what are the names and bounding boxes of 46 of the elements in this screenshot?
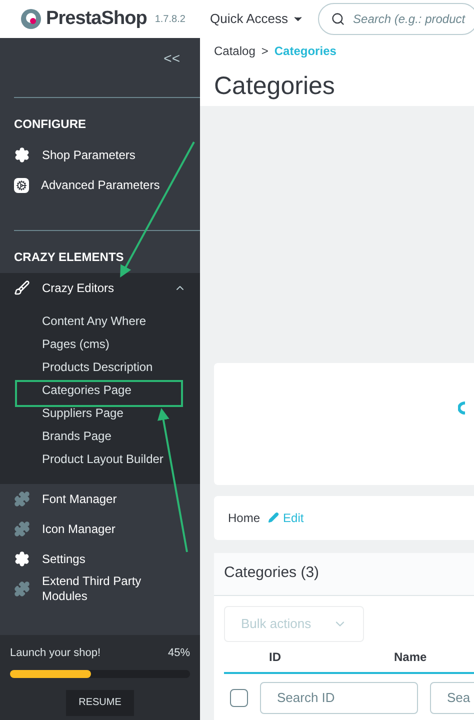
- breadcrumb-current: Categories: [274, 43, 336, 60]
- column-header[interactable]: ID: [224, 648, 394, 666]
- collapse-button[interactable]: <<: [164, 48, 180, 69]
- menu-item[interactable]: Crazy Editors: [0, 273, 200, 303]
- filter-input[interactable]: Sea: [430, 682, 474, 714]
- gear-icon: [14, 147, 30, 163]
- quick-access-button[interactable]: Quick Access: [210, 9, 304, 29]
- menu-item[interactable]: Shop Parameters: [14, 146, 200, 164]
- submenu-item[interactable]: Suppliers Page: [0, 401, 200, 424]
- menu-item[interactable]: Settings: [0, 544, 200, 574]
- resume-button[interactable]: RESUME: [66, 690, 134, 716]
- puzzle-icon: [14, 491, 30, 507]
- submenu-item[interactable]: Brands Page: [0, 424, 200, 447]
- brush-icon: [14, 280, 30, 296]
- menu-item[interactable]: Extend Third Party Modules: [0, 574, 200, 604]
- home-link[interactable]: Home: [228, 508, 260, 526]
- submenu-item[interactable]: Categories Page: [0, 378, 200, 401]
- breadcrumb-separator: >: [261, 43, 268, 60]
- gear-icon: [14, 551, 30, 567]
- column-header[interactable]: Name: [394, 648, 427, 666]
- section-title: CONFIGURE: [14, 116, 87, 133]
- puzzle-icon: [14, 581, 30, 597]
- onboarding-label: Launch your shop!: [10, 646, 101, 661]
- submenu-item[interactable]: Products Description: [0, 355, 200, 378]
- checkbox[interactable]: [230, 688, 248, 706]
- version-label: 1.7.8.2: [154, 12, 186, 26]
- gear-square-icon: [14, 178, 29, 192]
- menu-item[interactable]: Font Manager: [0, 484, 200, 514]
- breadcrumb-link[interactable]: Catalog: [214, 42, 256, 60]
- submenu-item[interactable]: Product Layout Builder: [0, 447, 200, 470]
- pencil-icon: [268, 512, 280, 523]
- filter-input[interactable]: Search ID: [260, 682, 418, 714]
- menu-item[interactable]: Icon Manager: [0, 514, 200, 544]
- section-title: CRAZY ELEMENTS: [14, 249, 125, 266]
- submenu-item[interactable]: Content Any Where: [0, 309, 200, 332]
- logo-icon: [20, 8, 42, 30]
- progress-percent: 45%: [168, 646, 190, 661]
- search-field[interactable]: Search (e.g.: product: [318, 3, 474, 35]
- logo-text: PrestaShop: [46, 6, 147, 31]
- submenu-item[interactable]: Pages (cms): [0, 332, 200, 355]
- puzzle-icon: [14, 521, 30, 537]
- loading-icon: [458, 400, 466, 414]
- search-icon: [331, 12, 346, 26]
- menu-item[interactable]: Advanced Parameters: [14, 176, 200, 194]
- panel-title: Categories (3): [224, 563, 320, 584]
- page-title: Categories: [214, 71, 336, 102]
